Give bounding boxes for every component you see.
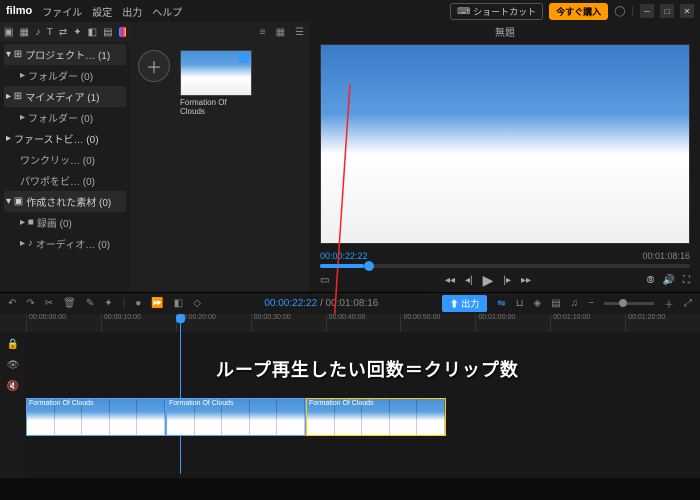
delete-icon[interactable]: 🗑	[63, 298, 76, 309]
clip-label: Formation Of Clouds	[309, 400, 374, 407]
audio-tab-icon[interactable]: ♪	[35, 25, 41, 39]
template-tab-icon[interactable]: ▤	[103, 25, 112, 39]
record-item[interactable]: ▸ ■ 録画 (0)	[4, 212, 126, 233]
track-header: ☰ 🔒 👁 🔇	[0, 314, 26, 478]
clip-name: Formation Of Clouds	[180, 98, 252, 116]
timeline-clip[interactable]: Formation Of Clouds	[166, 398, 306, 436]
panel-tabs: ▣ ▦ ♪ T ⇄ ✦ ◧ ▤	[0, 22, 130, 42]
video-track[interactable]: Formation Of Clouds Formation Of Clouds Fo…	[26, 398, 446, 436]
sort-icon[interactable]: ≡	[260, 27, 266, 38]
mymedia-header[interactable]: ▸ ⊞ マイメディア (1)	[4, 86, 126, 107]
next-frame-icon[interactable]: ▸▸	[521, 275, 531, 286]
preview-viewport[interactable]	[320, 44, 690, 244]
title-bar: filmo ファイル 設定 出力 ヘルプ ⌨ ショートカット 今すぐ購入 ◯ |…	[0, 0, 700, 22]
color-icon[interactable]: ◧	[174, 298, 183, 309]
crop-icon[interactable]: ✎	[86, 298, 94, 309]
menu-help[interactable]: ヘルプ	[152, 4, 182, 19]
menu-export[interactable]: 出力	[122, 4, 142, 19]
list-icon[interactable]: ☰	[295, 27, 304, 38]
timeline-clip[interactable]: Formation Of Clouds	[306, 398, 446, 436]
zoom-in-icon[interactable]: ＋	[664, 296, 674, 311]
visible-icon[interactable]: 👁	[7, 360, 20, 371]
playback-quality-icon[interactable]: ▭	[310, 275, 329, 286]
preview-title: 無題	[310, 22, 700, 40]
export-button[interactable]: ⬆ 出力	[442, 295, 488, 312]
mute-track-icon[interactable]: 🔇	[7, 381, 19, 392]
project-media-header[interactable]: ▾ ⊞ プロジェクト… (1)	[4, 44, 126, 65]
timeline-toolbar: ↶ ↷ ✂ 🗑 ✎ ✦ | ● ⏩ ◧ ◇ 00:00:22:22 / 00:0…	[0, 292, 700, 314]
annotation-text: ループ再生したい回数＝クリップ数	[216, 356, 519, 382]
prev-frame-icon[interactable]: ◂◂	[445, 275, 455, 286]
cut-icon[interactable]: ✂	[45, 298, 53, 309]
buy-now-button[interactable]: 今すぐ購入	[549, 3, 608, 20]
left-panel: ▣ ▦ ♪ T ⇄ ✦ ◧ ▤ ▾ ⊞ プロジェクト… (1) ▸ フォルダー …	[0, 22, 130, 292]
maximize-button[interactable]: □	[660, 4, 674, 18]
fit-icon[interactable]: ⤢	[684, 298, 692, 309]
transition-tab-icon[interactable]: ⇄	[59, 25, 67, 39]
firstview-item[interactable]: ▸ ファーストビ… (0)	[4, 128, 126, 149]
redo-icon[interactable]: ↷	[26, 298, 34, 309]
minimize-button[interactable]: ─	[640, 4, 654, 18]
grade-tab-icon[interactable]	[119, 27, 126, 37]
folder-item[interactable]: ▸ フォルダー (0)	[4, 65, 126, 86]
clip-label: Formation Of Clouds	[169, 400, 234, 407]
play-icon[interactable]: ▶	[483, 272, 494, 289]
step-back-icon[interactable]: ◂|	[465, 275, 473, 286]
clip-thumbnail	[180, 50, 252, 96]
timeline-timecode: 00:00:22:22 / 00:01:08:16	[264, 298, 378, 309]
divider: |	[631, 6, 634, 17]
clip-label: Formation Of Clouds	[29, 400, 94, 407]
zoom-out-icon[interactable]: −	[588, 298, 594, 309]
audio-item[interactable]: ▸ ♪ オーディオ… (0)	[4, 233, 126, 254]
track-icon[interactable]: ▤	[551, 298, 560, 309]
mute-icon[interactable]: 🔊	[663, 275, 675, 286]
mixer-icon[interactable]: ♫	[571, 298, 579, 309]
text-tab-icon[interactable]: T	[47, 25, 53, 39]
menu-file[interactable]: ファイル	[42, 4, 82, 19]
user-icon[interactable]: ◯	[614, 6, 625, 17]
media-clip[interactable]: Formation Of Clouds	[180, 50, 252, 116]
sticker-tab-icon[interactable]: ◧	[88, 25, 97, 39]
time-ruler[interactable]: 00:00:00:00 00:00:10:00 00:00:20:00 00:0…	[0, 314, 700, 332]
created-header[interactable]: ▾ ▣ 作成された素材 (0)	[4, 191, 126, 212]
powerpoint-item[interactable]: パワポをビ… (0)	[4, 170, 126, 191]
marker-icon[interactable]: ✦	[104, 298, 112, 309]
used-badge-icon	[239, 53, 249, 63]
effects-tab-icon[interactable]: ✦	[73, 25, 81, 39]
lock-icon[interactable]: 🔒	[7, 339, 19, 350]
total-time: 00:01:08:16	[642, 251, 690, 261]
current-time: 00:00:22:22	[320, 251, 368, 261]
zoom-slider[interactable]	[604, 302, 654, 305]
main-menu: ファイル 設定 出力 ヘルプ	[42, 4, 182, 19]
menu-settings[interactable]: 設定	[92, 4, 112, 19]
close-button[interactable]: ✕	[680, 4, 694, 18]
magnet-icon[interactable]: ⊔	[516, 298, 524, 309]
shortcut-button[interactable]: ⌨ ショートカット	[450, 3, 543, 20]
link-icon[interactable]: ⇋	[497, 298, 505, 309]
grid-icon[interactable]: ▦	[276, 27, 285, 38]
fullscreen-icon[interactable]: ⛶	[683, 275, 690, 286]
record-vo-icon[interactable]: ●	[135, 298, 141, 309]
scrub-bar[interactable]	[320, 264, 690, 268]
folder-item-2[interactable]: ▸ フォルダー (0)	[4, 107, 126, 128]
media-tab-icon[interactable]: ▣	[4, 25, 13, 39]
marker2-icon[interactable]: ◈	[534, 298, 542, 309]
media-bin: ≡ ▦ ☰ ＋ Formation Of Clouds	[130, 22, 310, 292]
timeline: ☰ 🔒 👁 🔇 00:00:00:00 00:00:10:00 00:00:20…	[0, 314, 700, 478]
step-fwd-icon[interactable]: |▸	[503, 275, 511, 286]
timeline-clip[interactable]: Formation Of Clouds	[26, 398, 166, 436]
stock-tab-icon[interactable]: ▦	[19, 25, 28, 39]
undo-icon[interactable]: ↶	[8, 298, 16, 309]
app-logo: filmo	[6, 5, 32, 17]
keyframe-icon[interactable]: ◇	[193, 298, 201, 309]
import-media-button[interactable]: ＋	[138, 50, 170, 82]
oneclick-item[interactable]: ワンクリッ… (0)	[4, 149, 126, 170]
snapshot-icon[interactable]: ⦾	[647, 275, 655, 286]
speed-icon[interactable]: ⏩	[151, 298, 163, 309]
preview-panel: 無題 00:00:22:22 00:01:08:16 ▭ ◂◂ ◂| ▶ |▸ …	[310, 22, 700, 292]
